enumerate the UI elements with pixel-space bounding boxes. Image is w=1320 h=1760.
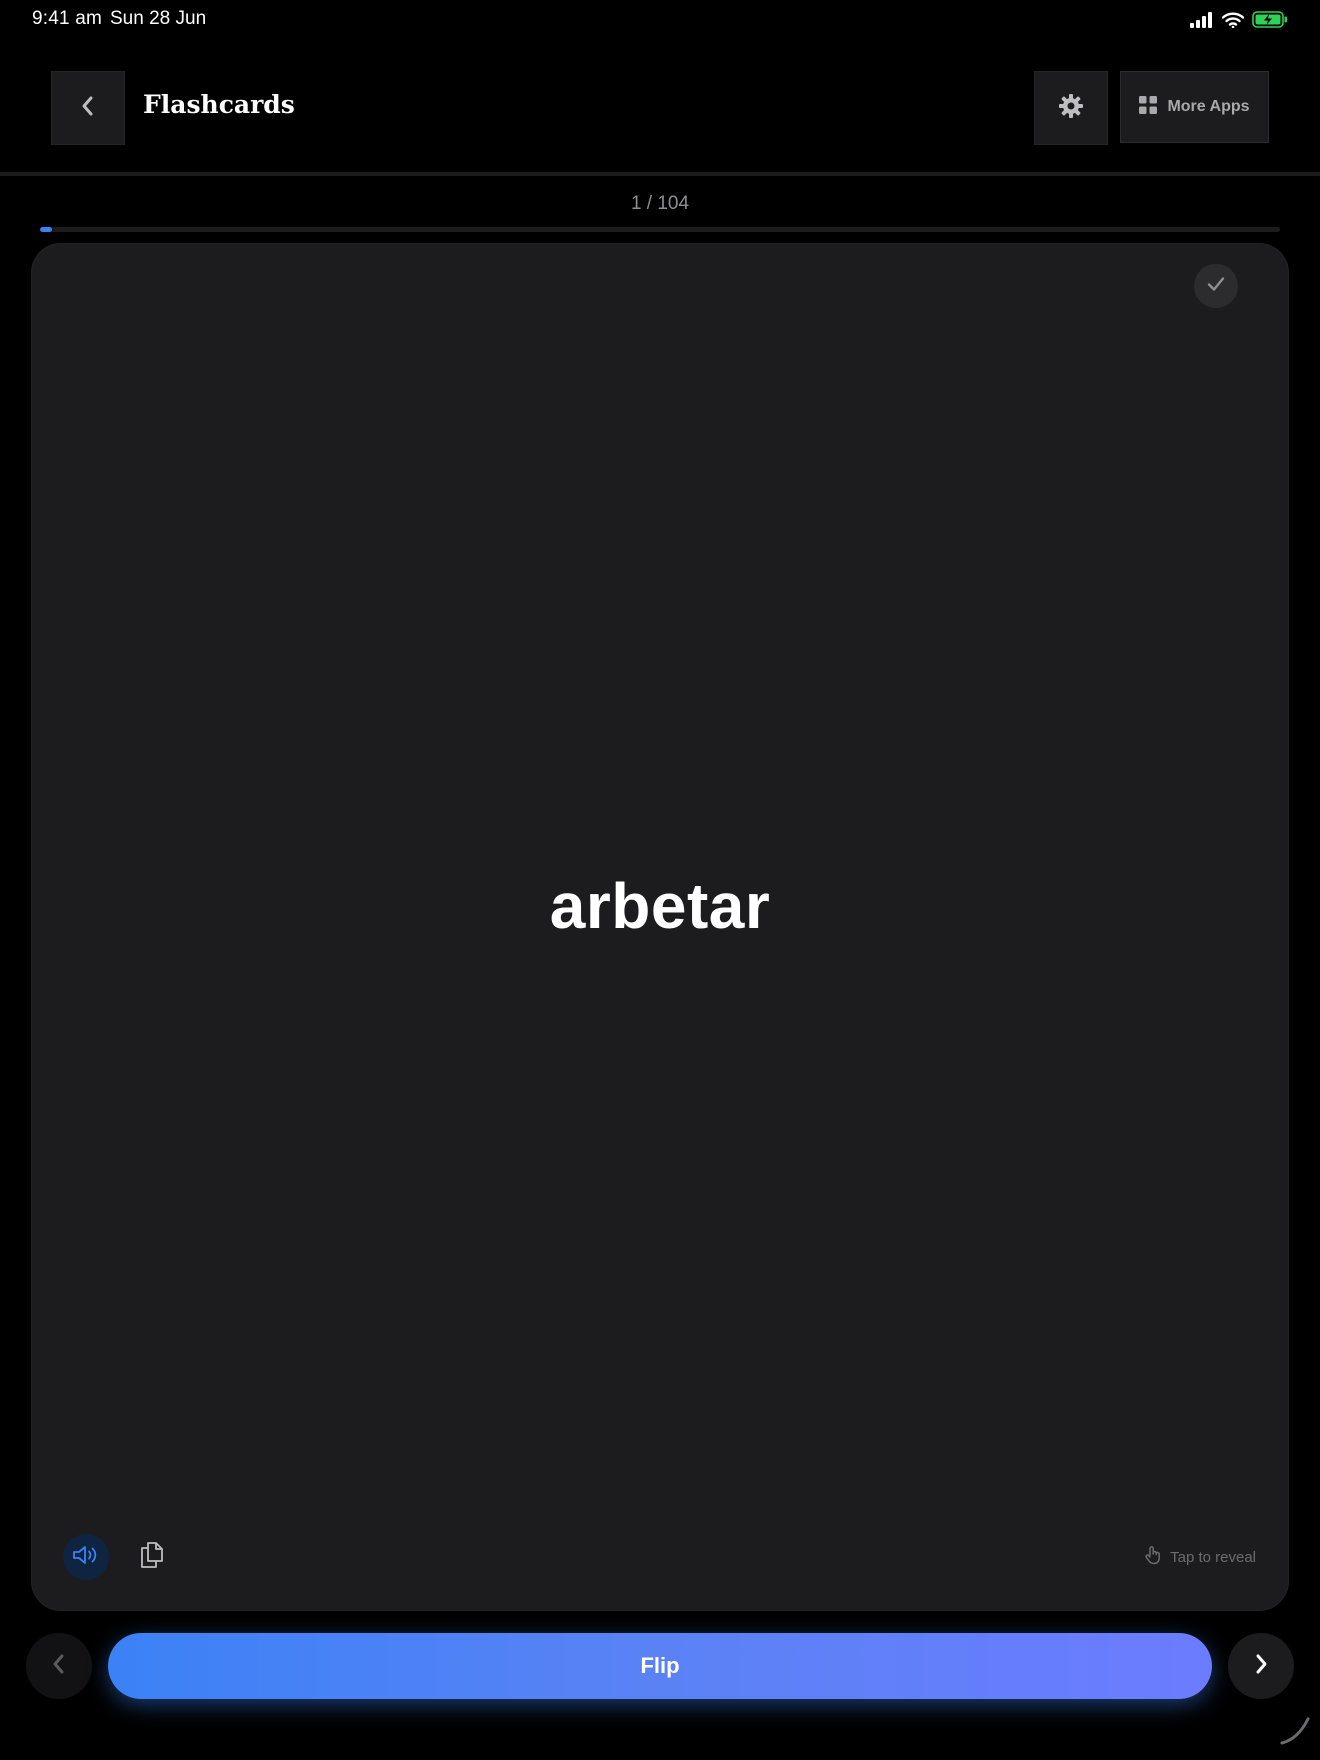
status-time: 9:41 am <box>32 8 103 29</box>
resize-handle-icon <box>1278 1713 1312 1752</box>
tap-hint-label: Tap to reveal <box>1170 1549 1256 1566</box>
status-icons <box>1190 11 1288 33</box>
cellular-signal-icon <box>1190 11 1214 33</box>
chevron-left-icon <box>51 1652 67 1681</box>
gear-icon <box>1058 93 1084 124</box>
speaker-icon <box>72 1544 100 1571</box>
tap-hint: Tap to reveal <box>1144 1545 1256 1570</box>
copy-button[interactable] <box>133 1538 171 1576</box>
back-button[interactable] <box>51 71 125 145</box>
progress-bar <box>40 227 1280 232</box>
checkmark-icon <box>1207 276 1225 297</box>
copy-icon <box>140 1541 164 1574</box>
flashcard[interactable]: arbetar Tap to reveal <box>31 243 1289 1611</box>
hand-tap-icon <box>1144 1545 1162 1570</box>
wifi-icon <box>1221 12 1245 33</box>
flip-button[interactable]: Flip <box>108 1633 1212 1699</box>
more-apps-label: More Apps <box>1167 98 1250 115</box>
chevron-right-icon <box>1253 1652 1269 1681</box>
grid-icon <box>1139 95 1158 119</box>
more-apps-button[interactable]: More Apps <box>1120 71 1269 143</box>
settings-button[interactable] <box>1034 71 1108 145</box>
status-date: Sun 28 Jun <box>110 8 207 29</box>
header: Flashcards More Apps <box>0 42 1320 176</box>
progress-count: 1 / 104 <box>630 193 690 214</box>
flip-label: Flip <box>640 1653 680 1678</box>
previous-card-button[interactable] <box>26 1633 92 1699</box>
chevron-left-icon <box>79 95 97 122</box>
page-title: Flashcards <box>143 90 295 119</box>
battery-charging-icon <box>1252 11 1288 33</box>
progress-fill <box>40 227 52 232</box>
audio-button[interactable] <box>63 1534 109 1580</box>
status-bar: 9:41 am Sun 28 Jun <box>0 0 1320 42</box>
next-card-button[interactable] <box>1228 1633 1294 1699</box>
mark-known-button[interactable] <box>1194 264 1238 308</box>
card-word: arbetar <box>549 870 771 942</box>
